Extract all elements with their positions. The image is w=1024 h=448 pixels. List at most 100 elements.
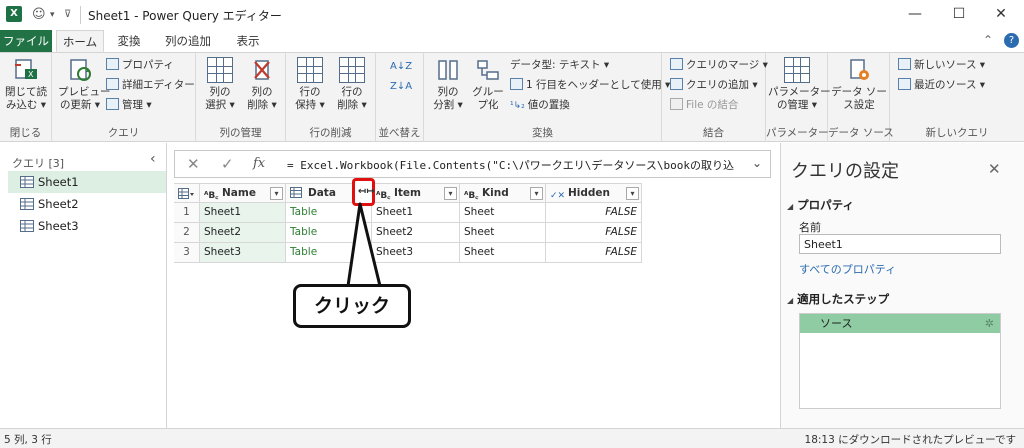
help-icon[interactable]: ? xyxy=(1004,33,1019,48)
append-queries-button[interactable]: クエリの追加 ▾ xyxy=(670,77,758,93)
properties-label: プロパティ xyxy=(122,59,174,71)
column-header-name[interactable]: ᴬB꜀ Name ▾ xyxy=(200,183,286,203)
quick-access-customize-icon[interactable]: ⊽ xyxy=(64,9,71,20)
tab-transform[interactable]: 変換 xyxy=(108,30,150,52)
query-item-sheet2[interactable]: Sheet2 xyxy=(8,193,166,215)
column-header-kind[interactable]: ᴬB꜀ Kind ▾ xyxy=(460,183,546,203)
smiley-feedback-icon[interactable]: ☺ xyxy=(32,7,46,22)
query-name-input[interactable] xyxy=(799,234,1001,254)
properties-section-header[interactable]: ◢ プロパティ xyxy=(787,197,854,213)
click-callout: クリック xyxy=(293,284,411,328)
step-settings-gear-icon[interactable]: ✲ xyxy=(985,314,994,333)
filter-dropdown-icon[interactable]: ▾ xyxy=(444,187,457,200)
properties-icon xyxy=(106,58,119,70)
fx-icon[interactable]: fx xyxy=(253,156,265,171)
expand-formula-chevron-icon[interactable]: ⌄ xyxy=(752,156,762,170)
cell-hidden[interactable]: FALSE xyxy=(546,223,642,243)
replace-values-button[interactable]: ¹↳₂ 値の置換 xyxy=(510,97,570,113)
cell-kind[interactable]: Sheet xyxy=(460,203,546,223)
sort-ascending-icon[interactable]: A↓Z xyxy=(390,59,412,75)
query-item-sheet1[interactable]: Sheet1 xyxy=(8,171,166,193)
select-all-table-icon[interactable] xyxy=(174,183,200,203)
reduce-rows-group-label: 行の削減 xyxy=(309,127,352,139)
new-source-icon xyxy=(898,58,911,70)
tab-view[interactable]: 表示 xyxy=(228,30,268,52)
tab-file[interactable]: ファイル xyxy=(0,30,52,52)
query-item-sheet3[interactable]: Sheet3 xyxy=(8,215,166,237)
keep-rows-button[interactable]: 行の 保持 ▾ xyxy=(290,57,330,112)
collapse-ribbon-icon[interactable]: ⌃ xyxy=(983,33,993,47)
cell-kind[interactable]: Sheet xyxy=(460,243,546,263)
sort-descending-icon[interactable]: Z↓A xyxy=(390,79,412,95)
name-label: 名前 xyxy=(799,221,821,234)
cell-hidden[interactable]: FALSE xyxy=(546,203,642,223)
formula-input[interactable]: = Excel.Workbook(File.Contents("C:\パワークエ… xyxy=(287,157,734,173)
data-source-settings-button[interactable]: データ ソー ス設定 xyxy=(830,57,888,112)
cell-hidden[interactable]: FALSE xyxy=(546,243,642,263)
column-header-label: Hidden xyxy=(568,187,611,199)
applied-steps-section-header[interactable]: ◢ 適用したステップ xyxy=(787,291,889,307)
maximize-button[interactable]: ☐ xyxy=(944,4,974,24)
cell-name[interactable]: Sheet1 xyxy=(200,203,286,223)
split-column-button[interactable]: 列の 分割 ▾ xyxy=(428,57,468,112)
excel-logo-icon: X xyxy=(6,6,22,22)
recent-sources-button[interactable]: 最近のソース ▾ xyxy=(898,77,985,93)
formula-bar: ✕ ✓ fx = Excel.Workbook(File.Contents("C… xyxy=(174,150,771,178)
merge-queries-label: クエリのマージ ▾ xyxy=(686,59,768,71)
minimize-button[interactable]: — xyxy=(900,4,930,24)
data-sources-group: データ ソー ス設定 データ ソース xyxy=(828,53,894,142)
remove-rows-button[interactable]: 行の 削除 ▾ xyxy=(332,57,372,112)
manage-columns-group-label: 列の管理 xyxy=(219,127,262,139)
all-properties-link[interactable]: すべてのプロパティ xyxy=(799,261,896,277)
remove-rows-label-line1: 行の xyxy=(341,86,363,98)
group-by-button[interactable]: グルー プ化 xyxy=(468,57,508,112)
feedback-dropdown-icon[interactable]: ▾ xyxy=(50,10,55,20)
queries-header: クエリ [3] xyxy=(12,157,65,170)
row-number: 1 xyxy=(174,203,200,223)
remove-columns-button[interactable]: 列の 削除 ▾ xyxy=(242,57,282,112)
applied-step-source[interactable]: ソース ✲ xyxy=(800,314,1000,333)
data-source-settings-label-line1: データ ソー xyxy=(831,86,887,98)
cell-kind[interactable]: Sheet xyxy=(460,223,546,243)
choose-columns-icon xyxy=(207,57,233,83)
refresh-icon xyxy=(67,57,93,83)
properties-button[interactable]: プロパティ xyxy=(106,57,174,73)
merge-queries-button[interactable]: クエリのマージ ▾ xyxy=(670,57,768,73)
advanced-editor-button[interactable]: 詳細エディター xyxy=(106,77,195,93)
cell-name[interactable]: Sheet3 xyxy=(200,243,286,263)
filter-dropdown-icon[interactable]: ▾ xyxy=(270,187,283,200)
manage-button[interactable]: 管理 ▾ xyxy=(106,97,152,113)
close-group: X 閉じて読 み込む ▾ 閉じる xyxy=(0,53,52,142)
collapse-queries-pane-icon[interactable]: ‹ xyxy=(150,151,156,167)
close-window-button[interactable]: ✕ xyxy=(986,4,1016,24)
cell-name[interactable]: Sheet2 xyxy=(200,223,286,243)
query-item-label: Sheet1 xyxy=(38,175,79,189)
commit-formula-button[interactable]: ✓ xyxy=(221,155,234,173)
manage-parameters-icon xyxy=(784,57,810,83)
close-load-button[interactable]: X 閉じて読 み込む ▾ xyxy=(4,57,48,112)
data-type-dropdown[interactable]: データ型: テキスト ▾ xyxy=(510,57,609,73)
new-source-button[interactable]: 新しいソース ▾ xyxy=(898,57,985,73)
tab-add-column[interactable]: 列の追加 xyxy=(158,30,218,52)
close-settings-button[interactable]: ✕ xyxy=(988,160,1001,178)
parameters-group: パラメーター の管理 ▾ パラメーター xyxy=(766,53,831,142)
query-item-label: Sheet2 xyxy=(38,197,79,211)
query-settings-title: クエリの設定 xyxy=(791,161,899,182)
use-first-row-headers-button[interactable]: 1 行目をヘッダーとして使用 ▾ xyxy=(510,77,670,93)
column-header-hidden[interactable]: ✓✕ Hidden ▾ xyxy=(546,183,642,203)
append-queries-icon xyxy=(670,78,683,90)
filter-dropdown-icon[interactable]: ▾ xyxy=(626,187,639,200)
filter-dropdown-icon[interactable]: ▾ xyxy=(530,187,543,200)
remove-columns-label-line1: 列の xyxy=(251,86,273,98)
manage-parameters-button[interactable]: パラメーター の管理 ▾ xyxy=(768,57,831,112)
combine-files-button[interactable]: File の結合 xyxy=(670,97,738,113)
tab-home[interactable]: ホーム xyxy=(56,30,104,52)
cancel-formula-button[interactable]: ✕ xyxy=(187,155,200,173)
recent-sources-icon xyxy=(898,78,911,90)
refresh-preview-button[interactable]: プレビュー の更新 ▾ xyxy=(58,57,111,112)
column-header-label: Kind xyxy=(482,187,509,199)
combine-files-icon xyxy=(670,98,683,110)
new-source-label: 新しいソース ▾ xyxy=(914,59,986,71)
queries-pane: クエリ [3] ‹ Sheet1 Sheet2 Sheet3 xyxy=(0,143,167,428)
choose-columns-button[interactable]: 列の 選択 ▾ xyxy=(200,57,240,112)
